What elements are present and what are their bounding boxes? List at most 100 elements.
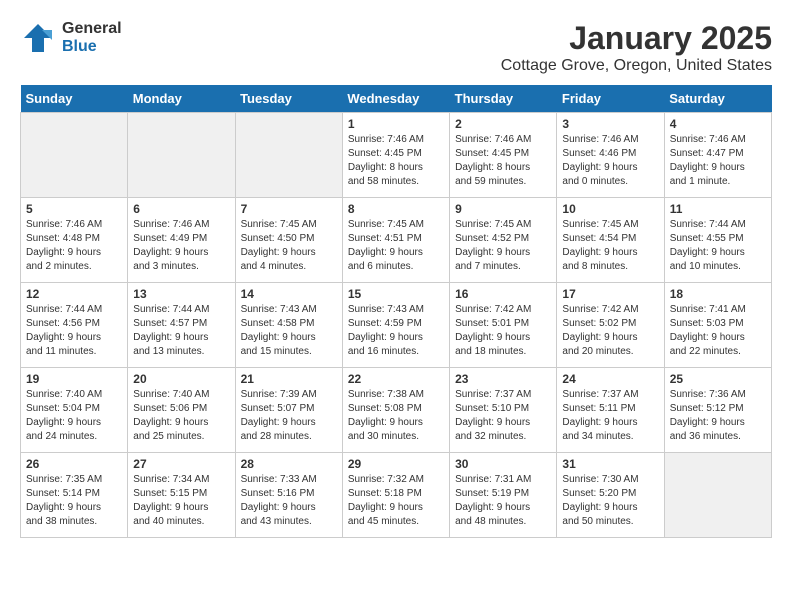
calendar-day-cell: 15 Sunrise: 7:43 AM Sunset: 4:59 PM Dayli… xyxy=(342,283,449,368)
calendar-day-cell: 19 Sunrise: 7:40 AM Sunset: 5:04 PM Dayli… xyxy=(21,368,128,453)
day-number: 12 xyxy=(26,287,122,301)
day-number: 4 xyxy=(670,117,766,131)
weekday-header-row: SundayMondayTuesdayWednesdayThursdayFrid… xyxy=(21,85,772,113)
day-info: Sunrise: 7:46 AM Sunset: 4:49 PM Dayligh… xyxy=(133,218,229,274)
day-number: 19 xyxy=(26,372,122,386)
day-number: 24 xyxy=(562,372,658,386)
day-number: 7 xyxy=(241,202,337,216)
calendar-week-row: 5Sunrise: 7:46 AM Sunset: 4:48 PM Daylig… xyxy=(21,198,772,283)
location-title: Cottage Grove, Oregon, United States xyxy=(501,57,772,75)
day-number: 2 xyxy=(455,117,551,131)
calendar-day-cell xyxy=(235,113,342,198)
weekday-header: Wednesday xyxy=(342,85,449,113)
calendar-week-row: 1 Sunrise: 7:46 AM Sunset: 4:45 PM Daylig… xyxy=(21,113,772,198)
calendar-day-cell: 24 Sunrise: 7:37 AM Sunset: 5:11 PM Dayli… xyxy=(557,368,664,453)
day-number: 3 xyxy=(562,117,658,131)
day-info: Sunrise: 7:46 AM Sunset: 4:48 PM Dayligh… xyxy=(26,218,122,274)
logo-blue: Blue xyxy=(62,38,122,56)
day-info: Sunrise: 7:37 AM Sunset: 5:10 PM Dayligh… xyxy=(455,388,551,444)
day-number: 22 xyxy=(348,372,444,386)
calendar-day-cell: 27 Sunrise: 7:34 AM Sunset: 5:15 PM Dayli… xyxy=(128,453,235,538)
weekday-header: Sunday xyxy=(21,85,128,113)
calendar-day-cell: 29Sunrise: 7:32 AM Sunset: 5:18 PM Dayli… xyxy=(342,453,449,538)
calendar-day-cell: 22Sunrise: 7:38 AM Sunset: 5:08 PM Dayli… xyxy=(342,368,449,453)
day-number: 9 xyxy=(455,202,551,216)
logo-icon xyxy=(20,20,56,56)
day-number: 14 xyxy=(241,287,337,301)
calendar-day-cell: 10Sunrise: 7:45 AM Sunset: 4:54 PM Dayli… xyxy=(557,198,664,283)
day-info: Sunrise: 7:43 AM Sunset: 4:59 PM Dayligh… xyxy=(348,303,444,359)
calendar-day-cell: 31 Sunrise: 7:30 AM Sunset: 5:20 PM Dayli… xyxy=(557,453,664,538)
day-number: 16 xyxy=(455,287,551,301)
calendar-day-cell: 6 Sunrise: 7:46 AM Sunset: 4:49 PM Daylig… xyxy=(128,198,235,283)
calendar-day-cell: 3 Sunrise: 7:46 AM Sunset: 4:46 PM Daylig… xyxy=(557,113,664,198)
calendar-day-cell: 4 Sunrise: 7:46 AM Sunset: 4:47 PM Daylig… xyxy=(664,113,771,198)
calendar-week-row: 12 Sunrise: 7:44 AM Sunset: 4:56 PM Dayli… xyxy=(21,283,772,368)
day-info: Sunrise: 7:42 AM Sunset: 5:02 PM Dayligh… xyxy=(562,303,658,359)
day-info: Sunrise: 7:33 AM Sunset: 5:16 PM Dayligh… xyxy=(241,473,337,529)
day-info: Sunrise: 7:46 AM Sunset: 4:46 PM Dayligh… xyxy=(562,133,658,189)
day-number: 25 xyxy=(670,372,766,386)
page-header: General Blue January 2025 Cottage Grove,… xyxy=(20,20,772,75)
day-info: Sunrise: 7:34 AM Sunset: 5:15 PM Dayligh… xyxy=(133,473,229,529)
day-info: Sunrise: 7:42 AM Sunset: 5:01 PM Dayligh… xyxy=(455,303,551,359)
day-number: 18 xyxy=(670,287,766,301)
day-info: Sunrise: 7:46 AM Sunset: 4:47 PM Dayligh… xyxy=(670,133,766,189)
calendar-day-cell: 18Sunrise: 7:41 AM Sunset: 5:03 PM Dayli… xyxy=(664,283,771,368)
day-number: 1 xyxy=(348,117,444,131)
day-info: Sunrise: 7:43 AM Sunset: 4:58 PM Dayligh… xyxy=(241,303,337,359)
day-number: 6 xyxy=(133,202,229,216)
day-info: Sunrise: 7:39 AM Sunset: 5:07 PM Dayligh… xyxy=(241,388,337,444)
day-number: 23 xyxy=(455,372,551,386)
day-info: Sunrise: 7:45 AM Sunset: 4:50 PM Dayligh… xyxy=(241,218,337,274)
month-title: January 2025 xyxy=(501,20,772,57)
day-info: Sunrise: 7:36 AM Sunset: 5:12 PM Dayligh… xyxy=(670,388,766,444)
calendar-day-cell xyxy=(128,113,235,198)
weekday-header: Friday xyxy=(557,85,664,113)
logo-text: General Blue xyxy=(62,20,122,55)
day-info: Sunrise: 7:40 AM Sunset: 5:06 PM Dayligh… xyxy=(133,388,229,444)
calendar-week-row: 26Sunrise: 7:35 AM Sunset: 5:14 PM Dayli… xyxy=(21,453,772,538)
calendar-day-cell xyxy=(664,453,771,538)
calendar-day-cell: 13 Sunrise: 7:44 AM Sunset: 4:57 PM Dayli… xyxy=(128,283,235,368)
day-number: 27 xyxy=(133,457,229,471)
day-number: 17 xyxy=(562,287,658,301)
day-number: 11 xyxy=(670,202,766,216)
logo: General Blue xyxy=(20,20,122,56)
day-number: 21 xyxy=(241,372,337,386)
day-number: 15 xyxy=(348,287,444,301)
weekday-header: Tuesday xyxy=(235,85,342,113)
day-number: 8 xyxy=(348,202,444,216)
calendar-day-cell: 12 Sunrise: 7:44 AM Sunset: 4:56 PM Dayli… xyxy=(21,283,128,368)
calendar-day-cell: 9Sunrise: 7:45 AM Sunset: 4:52 PM Daylig… xyxy=(450,198,557,283)
calendar-table: SundayMondayTuesdayWednesdayThursdayFrid… xyxy=(20,85,772,538)
calendar-day-cell: 11Sunrise: 7:44 AM Sunset: 4:55 PM Dayli… xyxy=(664,198,771,283)
day-info: Sunrise: 7:37 AM Sunset: 5:11 PM Dayligh… xyxy=(562,388,658,444)
calendar-week-row: 19 Sunrise: 7:40 AM Sunset: 5:04 PM Dayli… xyxy=(21,368,772,453)
day-number: 20 xyxy=(133,372,229,386)
calendar-day-cell: 30 Sunrise: 7:31 AM Sunset: 5:19 PM Dayli… xyxy=(450,453,557,538)
day-number: 26 xyxy=(26,457,122,471)
day-number: 29 xyxy=(348,457,444,471)
calendar-day-cell: 28Sunrise: 7:33 AM Sunset: 5:16 PM Dayli… xyxy=(235,453,342,538)
calendar-day-cell: 17 Sunrise: 7:42 AM Sunset: 5:02 PM Dayli… xyxy=(557,283,664,368)
day-info: Sunrise: 7:44 AM Sunset: 4:57 PM Dayligh… xyxy=(133,303,229,359)
calendar-day-cell: 26Sunrise: 7:35 AM Sunset: 5:14 PM Dayli… xyxy=(21,453,128,538)
day-info: Sunrise: 7:31 AM Sunset: 5:19 PM Dayligh… xyxy=(455,473,551,529)
day-number: 30 xyxy=(455,457,551,471)
calendar-day-cell: 5Sunrise: 7:46 AM Sunset: 4:48 PM Daylig… xyxy=(21,198,128,283)
day-info: Sunrise: 7:46 AM Sunset: 4:45 PM Dayligh… xyxy=(348,133,444,189)
day-number: 31 xyxy=(562,457,658,471)
weekday-header: Thursday xyxy=(450,85,557,113)
day-info: Sunrise: 7:46 AM Sunset: 4:45 PM Dayligh… xyxy=(455,133,551,189)
calendar-day-cell: 7 Sunrise: 7:45 AM Sunset: 4:50 PM Daylig… xyxy=(235,198,342,283)
calendar-day-cell: 25 Sunrise: 7:36 AM Sunset: 5:12 PM Dayli… xyxy=(664,368,771,453)
calendar-day-cell: 14 Sunrise: 7:43 AM Sunset: 4:58 PM Dayli… xyxy=(235,283,342,368)
day-info: Sunrise: 7:40 AM Sunset: 5:04 PM Dayligh… xyxy=(26,388,122,444)
calendar-day-cell: 2 Sunrise: 7:46 AM Sunset: 4:45 PM Daylig… xyxy=(450,113,557,198)
day-info: Sunrise: 7:44 AM Sunset: 4:56 PM Dayligh… xyxy=(26,303,122,359)
day-info: Sunrise: 7:45 AM Sunset: 4:54 PM Dayligh… xyxy=(562,218,658,274)
day-number: 13 xyxy=(133,287,229,301)
calendar-day-cell: 1 Sunrise: 7:46 AM Sunset: 4:45 PM Daylig… xyxy=(342,113,449,198)
day-info: Sunrise: 7:30 AM Sunset: 5:20 PM Dayligh… xyxy=(562,473,658,529)
